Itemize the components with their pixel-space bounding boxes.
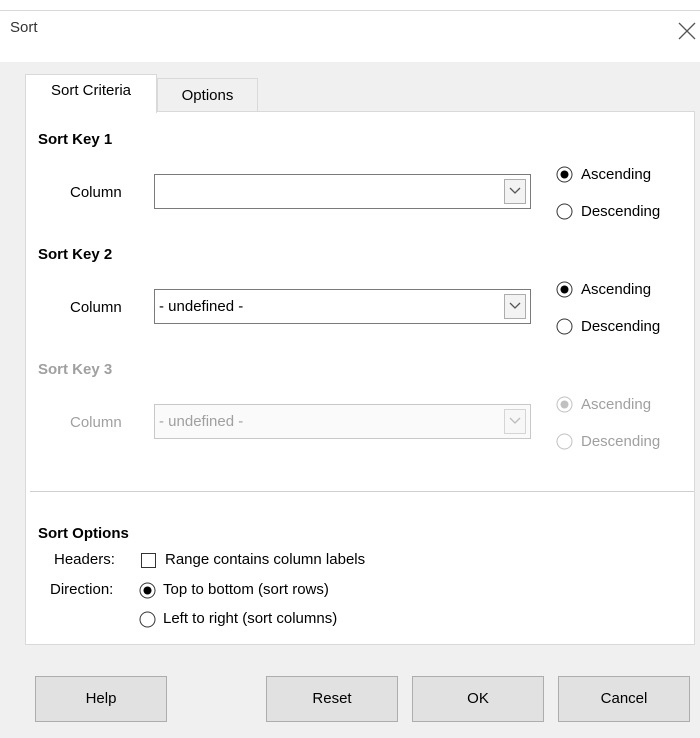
sort-key-2-column-select[interactable]: - undefined - [154, 289, 531, 324]
sort-key-3-descending-label: Descending [581, 433, 661, 450]
sort-key-3-column-select[interactable]: - undefined - [154, 404, 531, 439]
sort-key-1-ascending-label: Ascending [581, 166, 652, 183]
chevron-down-icon[interactable] [504, 179, 526, 204]
tab-options[interactable]: Options [157, 78, 258, 112]
sort-key-2-descending-radio[interactable] [556, 318, 573, 335]
sort-options-heading: Sort Options [38, 525, 129, 542]
top-divider [0, 10, 700, 11]
sort-key-3-column-label: Column [70, 414, 122, 431]
sort-key-3-descending-radio[interactable] [556, 433, 573, 450]
sort-key-3-ascending-radio[interactable] [556, 396, 573, 413]
tab-sort-criteria[interactable]: Sort Criteria [25, 74, 157, 113]
section-divider [30, 491, 694, 492]
left-to-right-radio[interactable] [139, 611, 156, 628]
sort-key-2-ascending-label: Ascending [581, 281, 652, 298]
sort-key-1-column-label: Column [70, 184, 122, 201]
sort-key-2-descending-label: Descending [581, 318, 661, 335]
sort-key-1-column-select[interactable] [154, 174, 531, 209]
sort-key-3-ascending-label: Ascending [581, 396, 652, 413]
sort-key-2-column-label: Column [70, 299, 122, 316]
direction-label: Direction: [50, 581, 114, 598]
close-icon[interactable] [676, 20, 698, 42]
chevron-down-icon[interactable] [504, 294, 526, 319]
range-contains-labels-text: Range contains column labels [165, 551, 366, 568]
cancel-button[interactable]: Cancel [558, 676, 690, 722]
headers-label: Headers: [54, 551, 115, 568]
sort-key-3-heading: Sort Key 3 [38, 361, 113, 378]
range-contains-labels-checkbox[interactable] [141, 553, 156, 568]
left-to-right-label: Left to right (sort columns) [163, 610, 338, 627]
sort-key-2-ascending-radio[interactable] [556, 281, 573, 298]
sort-key-1-heading: Sort Key 1 [38, 131, 113, 148]
sort-key-3-column-value: - undefined - [159, 413, 244, 430]
chevron-down-icon[interactable] [504, 409, 526, 434]
top-to-bottom-label: Top to bottom (sort rows) [163, 581, 329, 598]
sort-key-1-descending-radio[interactable] [556, 203, 573, 220]
sort-key-2-heading: Sort Key 2 [38, 246, 113, 263]
sort-key-2-column-value: - undefined - [159, 298, 244, 315]
top-to-bottom-radio[interactable] [139, 582, 156, 599]
ok-button[interactable]: OK [412, 676, 544, 722]
sort-key-1-ascending-radio[interactable] [556, 166, 573, 183]
window-title: Sort [10, 19, 38, 36]
help-button[interactable]: Help [35, 676, 167, 722]
sort-key-1-descending-label: Descending [581, 203, 661, 220]
reset-button[interactable]: Reset [266, 676, 398, 722]
